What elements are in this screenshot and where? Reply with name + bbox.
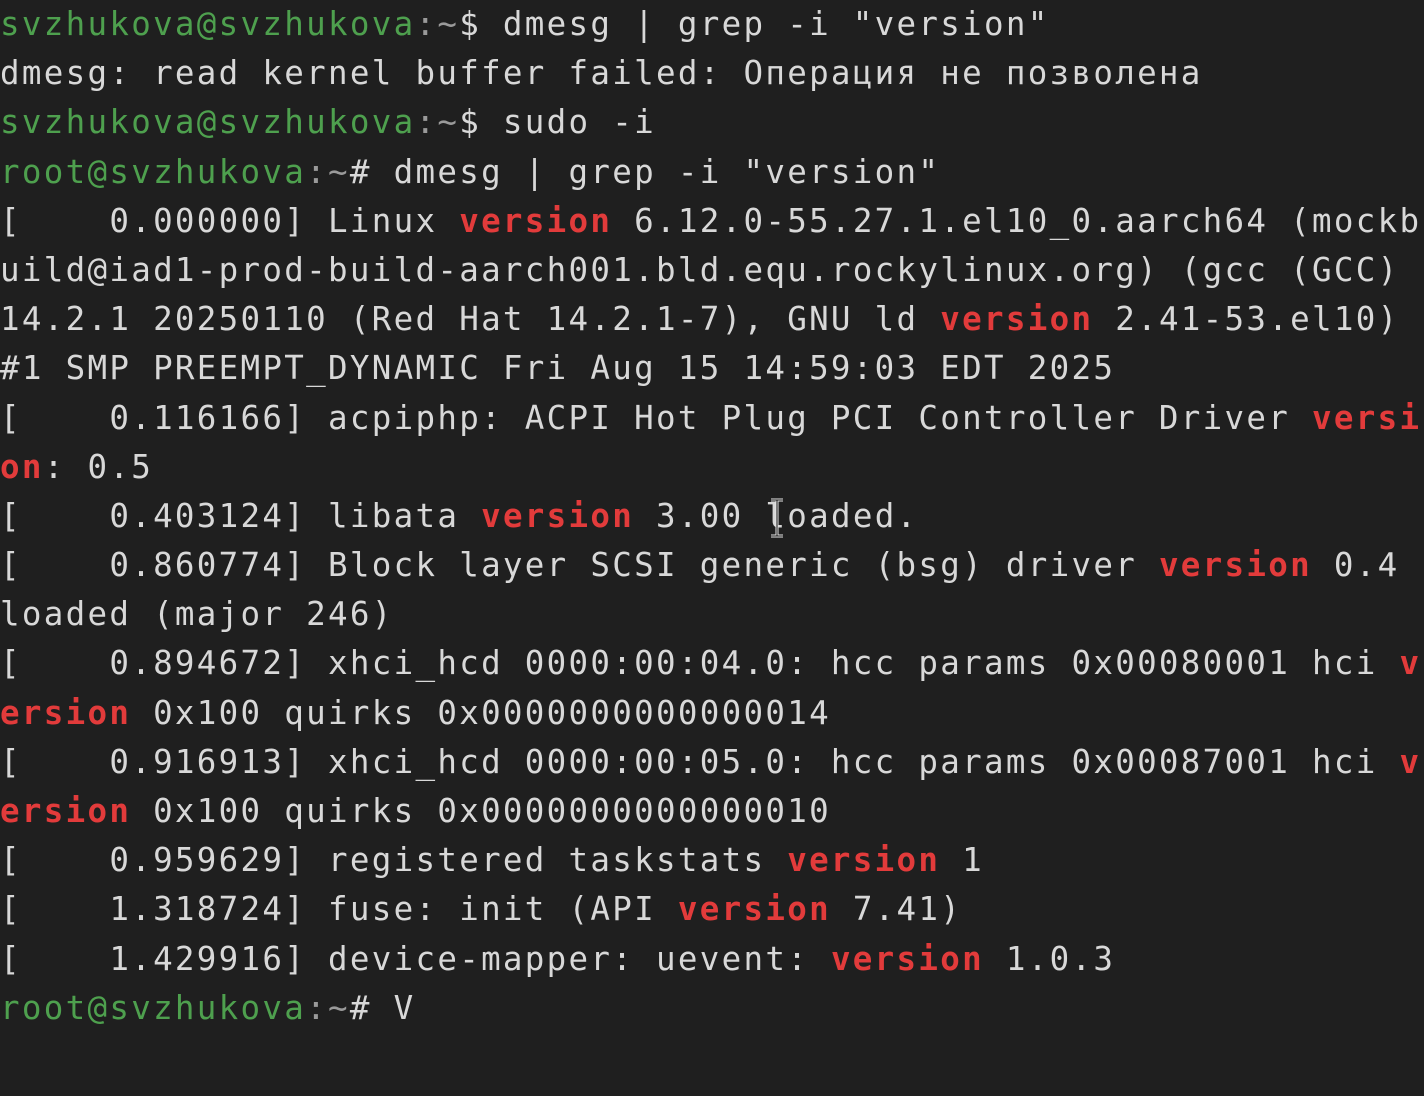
- prompt-path: :~: [306, 152, 350, 191]
- terminal-line: on: 0.5: [0, 443, 1424, 492]
- terminal-line: [ 0.916913] xhci_hcd 0000:00:05.0: hcc p…: [0, 738, 1424, 787]
- ibeam-cursor-icon: [768, 498, 786, 538]
- match-highlight: version: [677, 890, 831, 929]
- terminal-line: svzhukova@svzhukova:~$ sudo -i: [0, 98, 1424, 147]
- output-text: 7.41): [830, 890, 963, 929]
- output-text: #1 SMP PREEMPT_DYNAMIC Fri Aug 15 14:59:…: [0, 349, 1116, 388]
- output-text: 0.4: [1312, 546, 1400, 585]
- prompt-user-host: root@svzhukova: [0, 152, 307, 191]
- match-highlight: ersion: [0, 693, 132, 732]
- output-text: [ 0.916913] xhci_hcd 0000:00:05.0: hcc p…: [0, 742, 1400, 781]
- match-highlight: version: [1158, 546, 1313, 585]
- output-text: uild@iad1-prod-build-aarch001.bld.equ.ro…: [0, 250, 1400, 289]
- terminal-line: [ 1.429916] device-mapper: uevent: versi…: [0, 935, 1424, 984]
- prompt-user-host: svzhukova@svzhukova: [0, 103, 416, 142]
- prompt-path: :~: [306, 988, 350, 1027]
- match-highlight: version: [830, 939, 985, 978]
- terminal-line: root@svzhukova:~# dmesg | grep -i "versi…: [0, 148, 1424, 197]
- output-text: # V: [349, 988, 416, 1027]
- prompt-path: :~: [415, 5, 460, 43]
- terminal-line: loaded (major 246): [0, 590, 1424, 639]
- terminal-line: uild@iad1-prod-build-aarch001.bld.equ.ro…: [0, 246, 1424, 295]
- match-highlight: v: [1399, 742, 1422, 781]
- output-text: [ 0.403124] libata: [0, 496, 482, 535]
- output-text: $ sudo -i: [459, 103, 657, 142]
- output-text: 2.41-53.el10): [1093, 300, 1400, 339]
- terminal-line: 14.2.1 20250110 (Red Hat 14.2.1-7), GNU …: [0, 295, 1424, 344]
- terminal-output[interactable]: svzhukova@svzhukova:~$ dmesg | grep -i "…: [0, 0, 1424, 1096]
- terminal-line: [ 0.894672] xhci_hcd 0000:00:04.0: hcc p…: [0, 639, 1424, 688]
- match-highlight: version: [459, 201, 613, 240]
- output-text: $ dmesg | grep -i "version": [459, 5, 1050, 43]
- match-highlight: version: [787, 841, 941, 880]
- output-text: 1.0.3: [984, 939, 1116, 978]
- output-text: 0x100 quirks 0x0000000000000010: [131, 792, 831, 830]
- match-highlight: ersion: [0, 792, 132, 830]
- output-text: [ 0.116166] acpiphp: ACPI Hot Plug PCI C…: [0, 398, 1312, 437]
- prompt-path: :~: [415, 103, 460, 142]
- terminal-line: root@svzhukova:~# V: [0, 984, 1424, 1033]
- match-highlight: version: [940, 300, 1094, 339]
- output-text: [ 0.959629] registered taskstats: [0, 841, 788, 880]
- output-text: 1: [940, 841, 985, 880]
- terminal-line: svzhukova@svzhukova:~$ dmesg | grep -i "…: [0, 0, 1424, 49]
- match-highlight: on: [0, 447, 44, 486]
- output-text: dmesg: read kernel buffer failed: Операц…: [0, 54, 1203, 93]
- output-text: [ 0.860774] Block layer SCSI generic (bs…: [0, 546, 1159, 585]
- output-text: [ 0.894672] xhci_hcd 0000:00:04.0: hcc p…: [0, 644, 1400, 683]
- output-text: : 0.5: [43, 447, 154, 486]
- terminal-line: [ 0.000000] Linux version 6.12.0-55.27.1…: [0, 197, 1424, 246]
- output-text: [ 0.000000] Linux: [0, 201, 460, 240]
- match-highlight: versi: [1312, 398, 1422, 437]
- output-text: 0x100 quirks 0x0000000000000014: [131, 693, 831, 732]
- output-text: [ 1.318724] fuse: init (API: [0, 890, 678, 929]
- prompt-user-host: svzhukova@svzhukova: [0, 5, 416, 43]
- terminal-line: ersion 0x100 quirks 0x0000000000000010: [0, 787, 1424, 836]
- prompt-user-host: root@svzhukova: [0, 988, 307, 1027]
- output-text: 14.2.1 20250110 (Red Hat 14.2.1-7), GNU …: [0, 300, 941, 339]
- terminal-line: #1 SMP PREEMPT_DYNAMIC Fri Aug 15 14:59:…: [0, 344, 1424, 393]
- terminal-line: [ 0.959629] registered taskstats version…: [0, 836, 1424, 885]
- output-text: loaded (major 246): [0, 595, 394, 634]
- output-text: [ 1.429916] device-mapper: uevent:: [0, 939, 831, 978]
- terminal-line: dmesg: read kernel buffer failed: Операц…: [0, 49, 1424, 98]
- terminal-line: ersion 0x100 quirks 0x0000000000000014: [0, 689, 1424, 738]
- match-highlight: version: [481, 496, 635, 535]
- terminal-line: [ 0.403124] libata version 3.00 loaded.: [0, 492, 1424, 541]
- terminal-line: [ 0.116166] acpiphp: ACPI Hot Plug PCI C…: [0, 394, 1424, 443]
- match-highlight: v: [1399, 644, 1422, 683]
- output-text: 6.12.0-55.27.1.el10_0.aarch64 (mockb: [612, 201, 1422, 240]
- terminal-line: [ 1.318724] fuse: init (API version 7.41…: [0, 885, 1424, 934]
- output-text: # dmesg | grep -i "version": [349, 152, 941, 191]
- terminal-line: [ 0.860774] Block layer SCSI generic (bs…: [0, 541, 1424, 590]
